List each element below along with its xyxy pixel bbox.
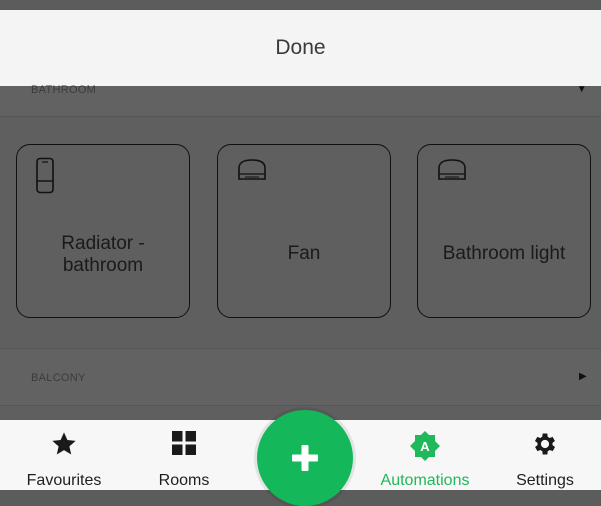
star-icon bbox=[52, 432, 76, 455]
automation-badge-icon: A bbox=[410, 431, 440, 461]
top-bar: Done bbox=[0, 10, 601, 86]
badge-letter: A bbox=[420, 439, 430, 454]
section-label: BALCONY bbox=[31, 372, 86, 384]
section-label: BATHROOM bbox=[31, 84, 97, 96]
nav-label: Favourites bbox=[26, 472, 102, 489]
device-card-radiator[interactable]: Radiator - bathroom bbox=[16, 144, 190, 318]
chevron-down-icon: ▼ bbox=[576, 84, 587, 95]
nav-rooms[interactable]: Rooms bbox=[124, 420, 244, 490]
radiator-icon bbox=[36, 157, 54, 194]
plug-icon bbox=[438, 159, 466, 180]
section-header-balcony[interactable]: BALCONY ▶ bbox=[0, 348, 601, 406]
plug-icon bbox=[238, 159, 266, 180]
nav-label: Settings bbox=[516, 472, 574, 489]
grid-icon bbox=[172, 431, 196, 455]
plus-icon bbox=[292, 445, 318, 471]
chevron-right-icon: ▶ bbox=[579, 371, 587, 382]
nav-settings[interactable]: Settings bbox=[485, 420, 601, 490]
device-name: Fan bbox=[287, 243, 321, 264]
device-card-bathroom-light[interactable]: Bathroom light bbox=[417, 144, 591, 318]
device-name: Bathroom light bbox=[442, 243, 566, 264]
add-button[interactable] bbox=[257, 410, 353, 506]
device-card-fan[interactable]: Fan bbox=[217, 144, 391, 318]
done-button[interactable]: Done bbox=[275, 36, 325, 60]
nav-automations[interactable]: A Automations bbox=[365, 420, 485, 490]
nav-favourites[interactable]: Favourites bbox=[4, 420, 124, 490]
nav-label: Rooms bbox=[158, 472, 210, 489]
section-header-bathroom[interactable]: BATHROOM ▼ bbox=[0, 84, 601, 117]
nav-label: Automations bbox=[380, 472, 470, 489]
gear-icon bbox=[534, 433, 556, 455]
device-name: Radiator - bathroom bbox=[61, 233, 145, 276]
